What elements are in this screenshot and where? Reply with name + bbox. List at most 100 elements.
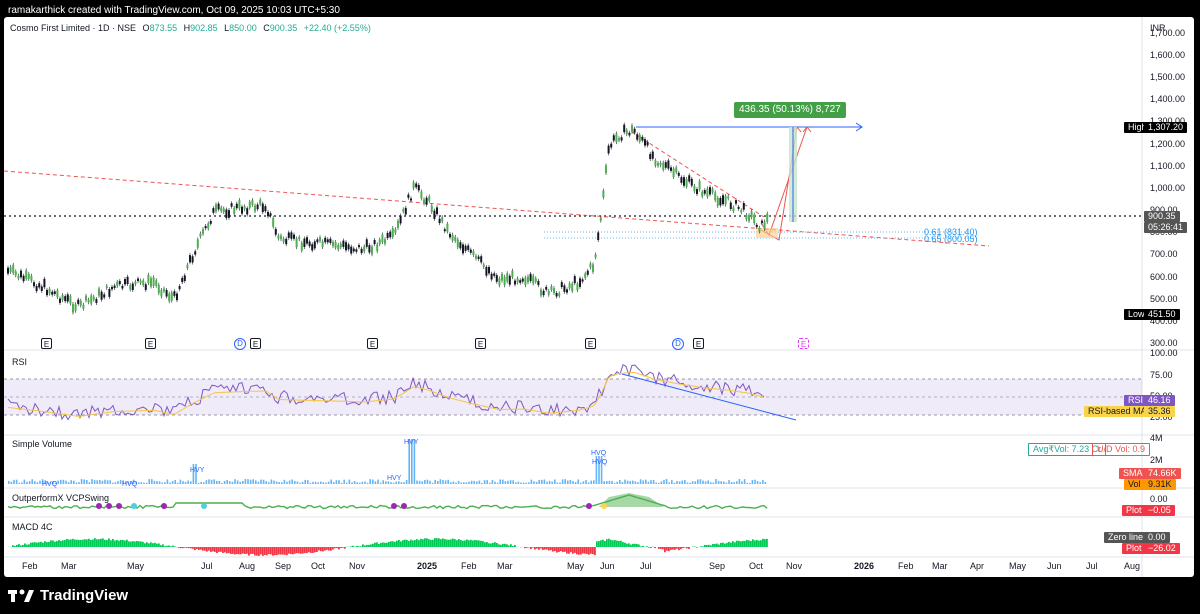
volume-title[interactable]: Simple Volume [12, 439, 72, 449]
candle-body [696, 189, 698, 195]
macd-histogram-bar [268, 547, 270, 555]
macd-histogram-bar [142, 541, 144, 547]
chart-canvas[interactable] [4, 17, 1194, 577]
volume-bar [507, 480, 509, 484]
symbol-legend[interactable]: Cosmo First Limited · 1D · NSE O873.55 H… [10, 23, 371, 34]
earnings-event-marker[interactable]: E [367, 338, 378, 349]
macd-title[interactable]: MACD 4C [12, 522, 53, 532]
candle-body [716, 197, 719, 206]
volume-bar [710, 482, 712, 484]
measure-label[interactable]: 436.35 (50.13%) 8,727 [734, 102, 846, 118]
earnings-event-marker[interactable]: E [41, 338, 52, 349]
candle-body [118, 281, 121, 285]
candle-body [524, 277, 527, 286]
volume-bar [543, 479, 546, 484]
volume-bar [156, 481, 158, 484]
macd-histogram-bar [608, 538, 610, 547]
time-axis-label: Oct [311, 561, 326, 571]
vcp-title[interactable]: OutperformX VCPSwing [12, 493, 109, 503]
volume-bar [439, 479, 442, 484]
macd-histogram-bar [682, 547, 684, 549]
macd-histogram-bar [534, 547, 536, 550]
macd-histogram-bar [60, 540, 62, 547]
macd-histogram-bar [764, 539, 766, 547]
macd-histogram-bar [342, 547, 344, 548]
macd-histogram-bar [256, 547, 258, 556]
candle-body [212, 208, 215, 213]
macd-histogram-bar [74, 539, 76, 547]
candle-body [646, 141, 649, 146]
dividend-event-marker[interactable]: D [234, 338, 246, 350]
sma-label-tag: SMA [1119, 468, 1147, 479]
candle-body [90, 295, 93, 304]
macd-histogram-bar [446, 539, 448, 547]
candle-body [345, 242, 347, 251]
candle-body [324, 237, 327, 243]
macd-histogram-bar [684, 547, 686, 548]
candle-body [545, 286, 548, 290]
volume-bar [174, 479, 176, 484]
dividend-event-marker[interactable]: D [672, 338, 684, 350]
macd-histogram-bar [188, 547, 190, 549]
volume-bar [535, 481, 538, 484]
macd-histogram-bar [220, 547, 222, 552]
candle-body [649, 153, 652, 160]
macd-histogram-bar [728, 541, 730, 547]
candle-body [334, 242, 337, 248]
candle-body [82, 304, 85, 309]
volume-marker-label: HVY [387, 475, 402, 482]
sma-value-tag: 74.66K [1144, 468, 1181, 479]
macd-histogram-bar [88, 538, 90, 547]
macd-histogram-bar [620, 540, 622, 547]
earnings-event-marker[interactable]: E [693, 338, 704, 349]
earnings-event-marker[interactable]: E [145, 338, 156, 349]
volume-bar [299, 482, 301, 484]
high-value: 902.85 [190, 23, 218, 33]
macd-histogram-bar [380, 542, 382, 547]
volume-bar [353, 481, 356, 484]
volume-bar [650, 480, 652, 484]
macd-histogram-bar [604, 541, 606, 547]
macd-histogram-bar [350, 546, 352, 547]
earnings-event-marker[interactable]: E [250, 338, 261, 349]
macd-histogram-bar [700, 546, 702, 547]
candle-body [98, 288, 100, 296]
volume-bar [424, 479, 426, 484]
candle-body [48, 288, 51, 294]
candle-body [251, 200, 254, 205]
macd-histogram-bar [474, 539, 476, 547]
candle-body [326, 239, 329, 243]
macd-histogram-bar [364, 545, 366, 547]
macd-histogram-bar [416, 539, 418, 547]
candle-body [40, 286, 43, 291]
volume-bar [496, 482, 499, 484]
time-axis-label: Jul [1086, 561, 1098, 571]
candle-body [727, 196, 730, 199]
candle-body [108, 288, 111, 297]
macd-histogram-bar [94, 538, 96, 547]
rsi-title[interactable]: RSI [12, 357, 27, 367]
macd-histogram-bar [722, 542, 724, 547]
macd-histogram-bar [250, 547, 252, 555]
macd-histogram-bar [234, 547, 236, 555]
volume-bar [229, 481, 231, 484]
volume-bar [369, 479, 371, 484]
volume-bar [429, 480, 431, 484]
candle-body [209, 221, 212, 224]
chart-panel[interactable]: Cosmo First Limited · 1D · NSE O873.55 H… [4, 17, 1194, 577]
macd-histogram-bar [36, 542, 38, 547]
candle-body [152, 277, 155, 287]
macd-histogram-bar [272, 547, 274, 556]
volume-bar [538, 479, 540, 484]
candle-body [670, 167, 672, 171]
candle-body [222, 208, 225, 213]
macd-histogram-bar [18, 544, 20, 547]
earnings-event-marker[interactable]: E [798, 338, 809, 349]
earnings-event-marker[interactable]: E [475, 338, 486, 349]
candle-body [628, 132, 631, 136]
macd-histogram-bar [64, 540, 66, 547]
earnings-event-marker[interactable]: E [585, 338, 596, 349]
macd-histogram-bar [550, 547, 552, 551]
macd-histogram-bar [622, 542, 624, 547]
macd-histogram-bar [460, 540, 462, 547]
